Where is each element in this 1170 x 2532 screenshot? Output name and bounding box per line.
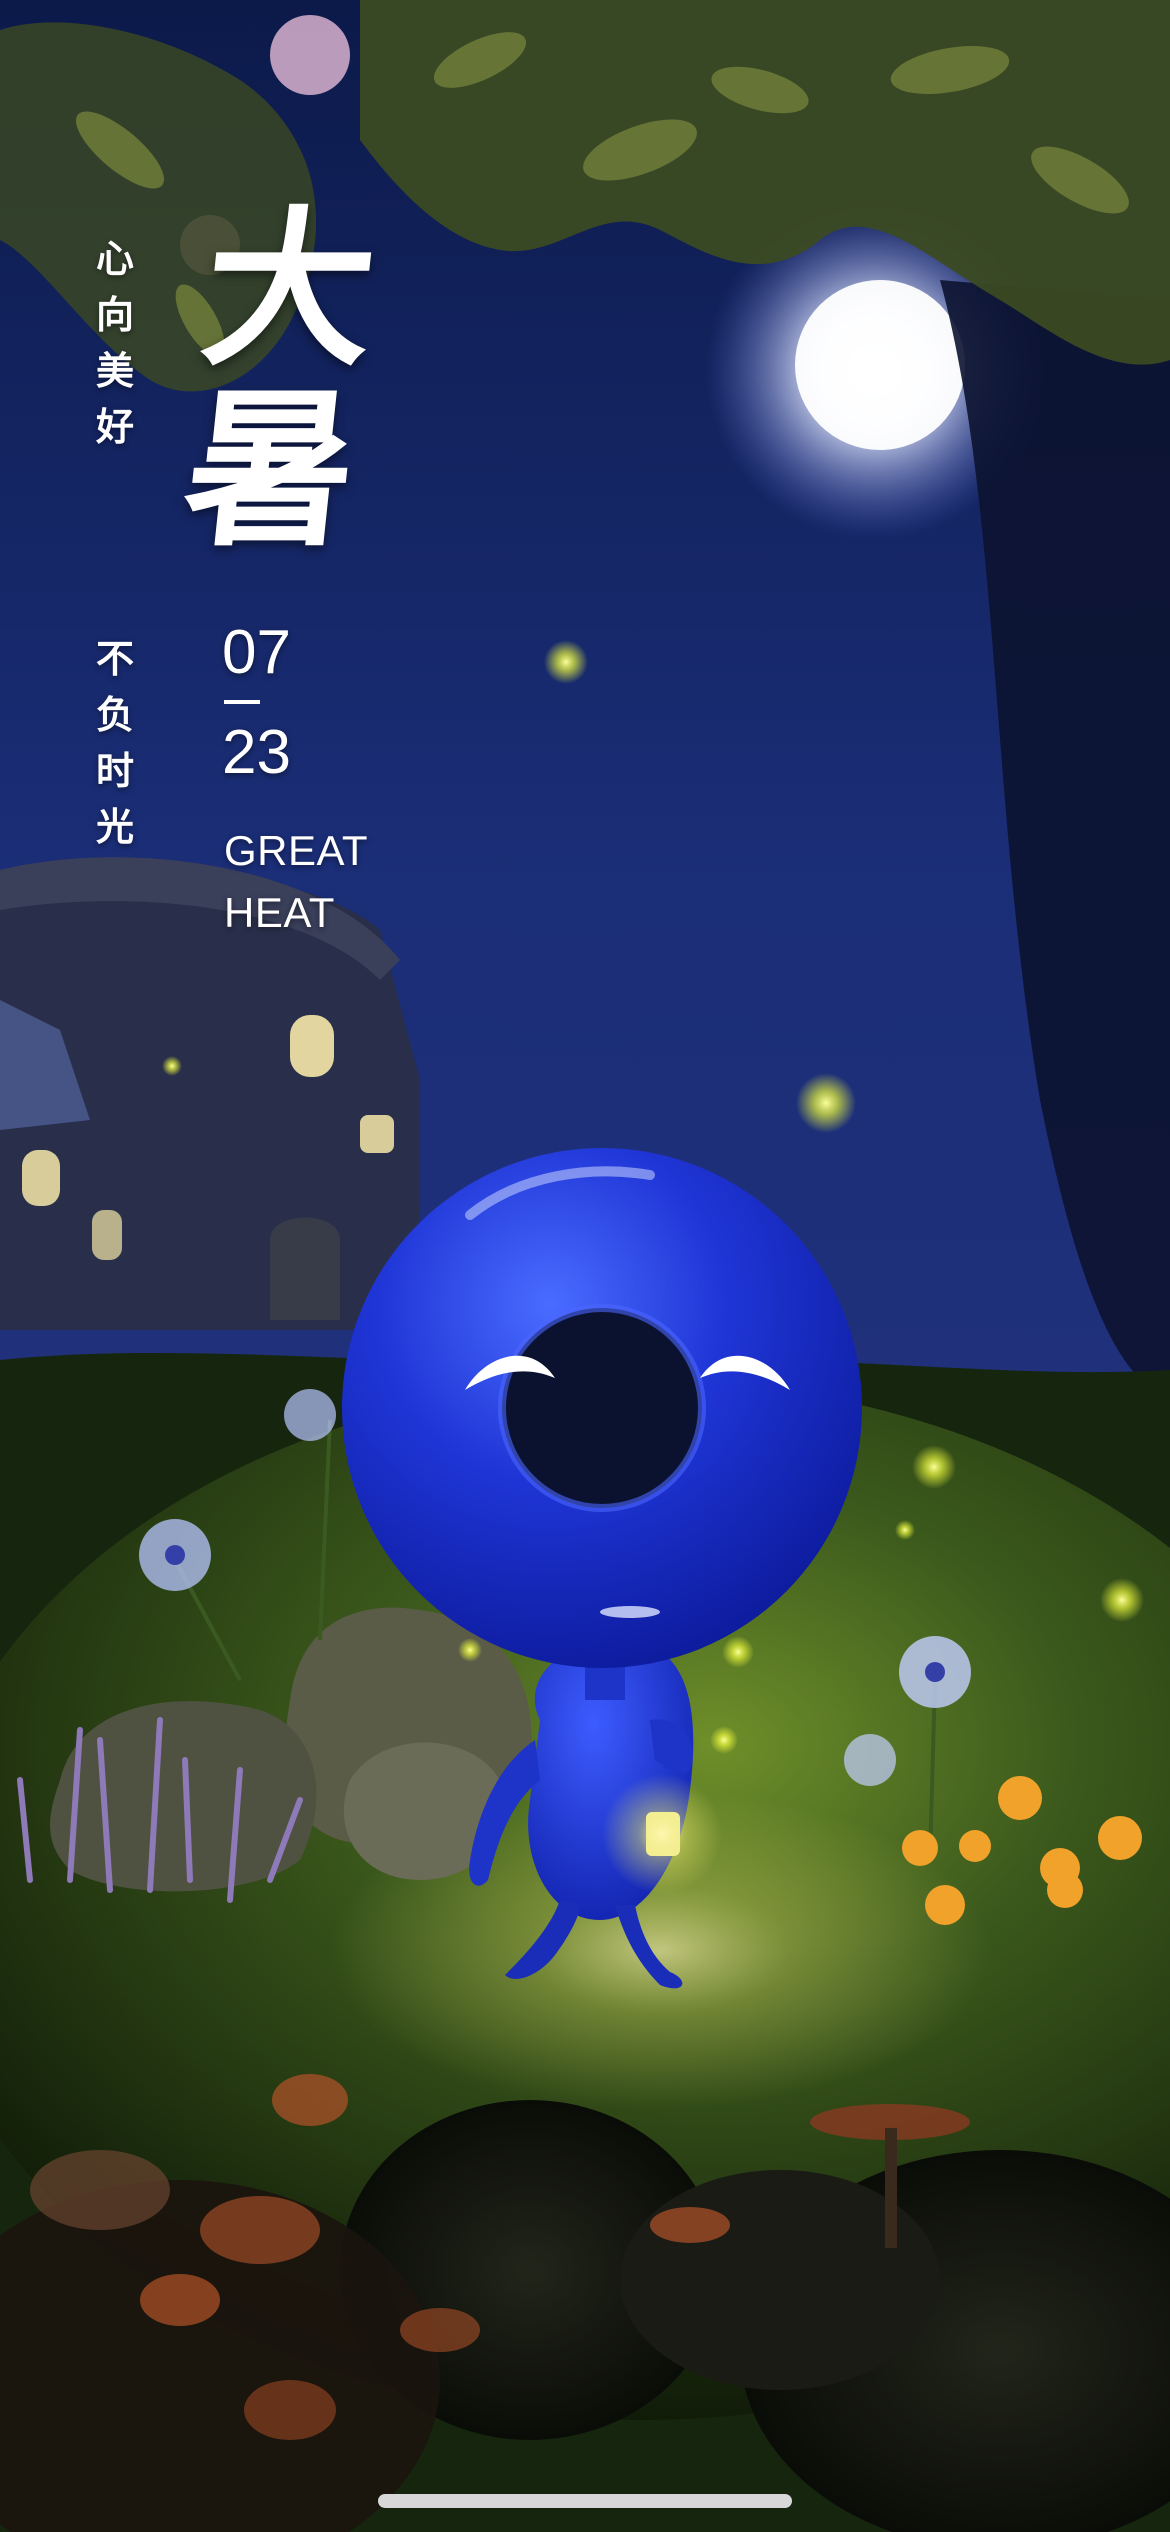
solar-term-title: 大暑 (161, 190, 399, 570)
motto-char: 时 (96, 748, 135, 793)
home-indicator[interactable] (378, 2494, 792, 2508)
solar-term-char: 暑 (175, 370, 367, 570)
motto-char: 光 (96, 804, 135, 849)
motto-char: 不 (96, 636, 135, 681)
cottage (0, 857, 420, 1330)
motto-char: 好 (96, 404, 135, 449)
motto-char: 负 (96, 692, 135, 737)
date-month: 07 (222, 618, 291, 687)
english-title-line-2: HEAT (224, 889, 335, 936)
solar-term-char: 大 (193, 190, 385, 390)
motto-char: 美 (96, 348, 135, 393)
date-day: 23 (222, 718, 291, 787)
english-title-line-1: GREAT (224, 827, 369, 874)
poster-screen: 心 向 美 好 不 负 时 光 大暑 07 23 GREAT HEAT (0, 0, 1170, 2532)
motto-char: 向 (96, 292, 135, 337)
motto-vertical-line-1: 心 向 美 好 (96, 240, 134, 464)
date-divider (224, 700, 260, 704)
motto-vertical-line-2: 不 负 时 光 (96, 640, 134, 864)
motto-char: 心 (96, 236, 135, 281)
night-scene-illustration (0, 0, 1170, 2532)
